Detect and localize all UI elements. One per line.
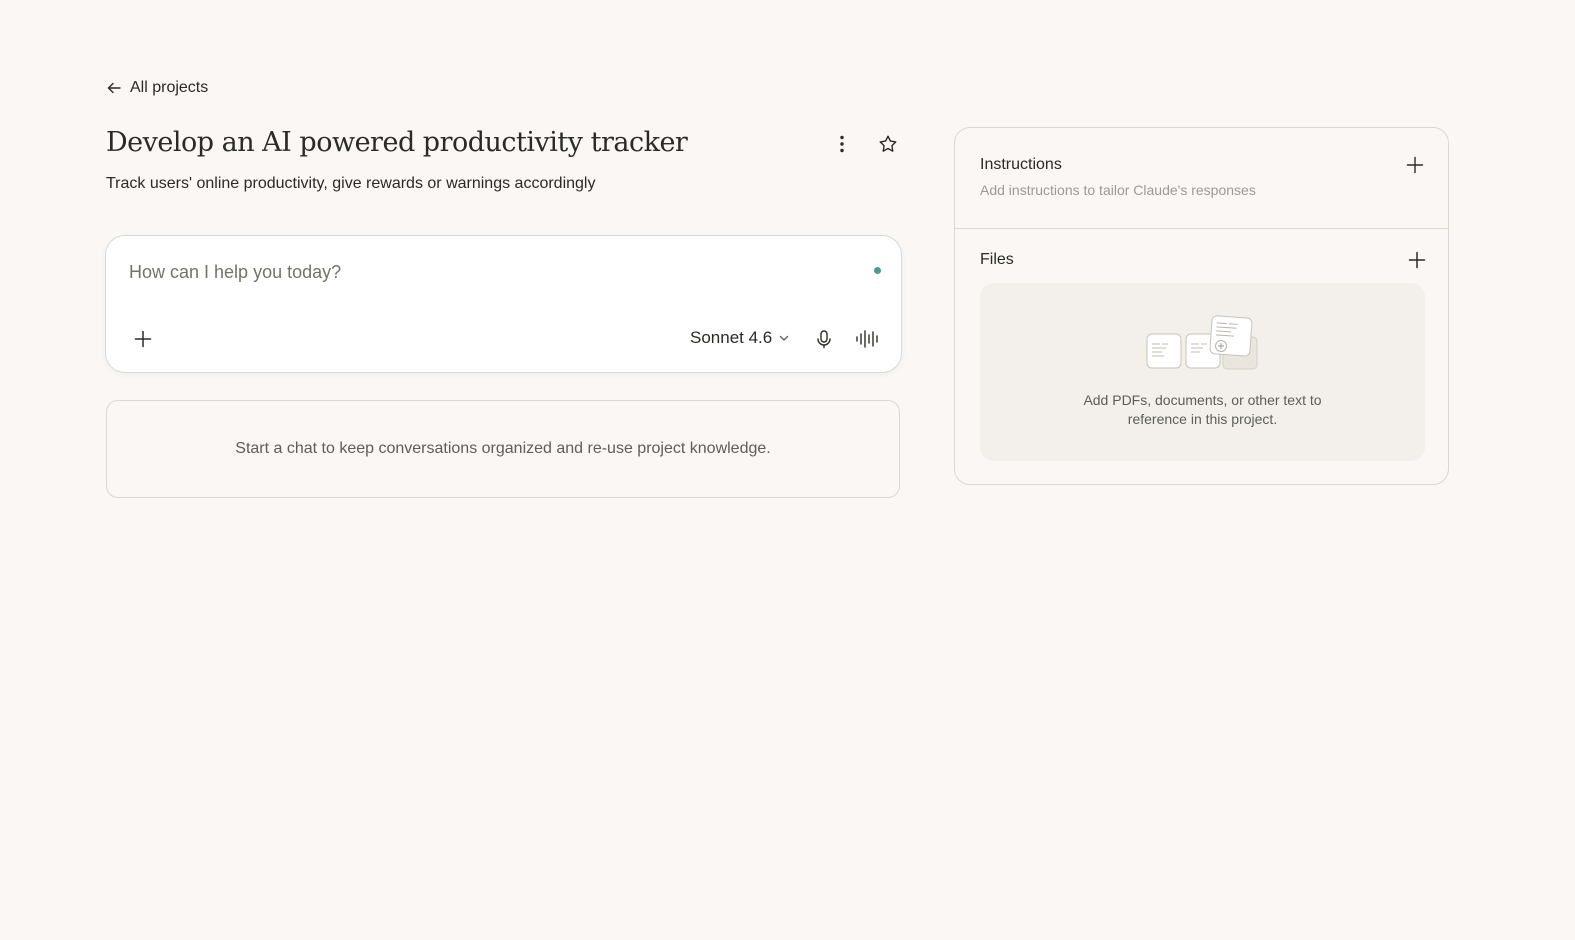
- files-drop-zone[interactable]: Add PDFs, documents, or other text to re…: [980, 283, 1425, 461]
- add-files-button[interactable]: [1404, 247, 1430, 273]
- star-icon: [879, 135, 897, 152]
- project-actions: [826, 128, 904, 160]
- instructions-subtitle: Add instructions to tailor Claude's resp…: [980, 182, 1256, 198]
- plus-icon: [1408, 251, 1426, 269]
- chat-composer: Sonnet 4.6: [105, 235, 902, 373]
- files-title: Files: [980, 251, 1014, 268]
- files-hint-line1: Add PDFs, documents, or other text to: [1083, 392, 1322, 408]
- documents-illustration-icon: [1146, 315, 1258, 370]
- dictation-button[interactable]: [809, 324, 839, 354]
- project-title: Develop an AI powered productivity track…: [106, 127, 688, 158]
- empty-chats-text: Start a chat to keep conversations organ…: [235, 440, 771, 457]
- files-hint-line2: reference in this project.: [1127, 411, 1278, 427]
- project-description: Track users' online productivity, give r…: [106, 175, 596, 192]
- plus-icon: [1406, 156, 1424, 174]
- add-attachment-button[interactable]: [128, 324, 158, 354]
- more-vertical-icon: [840, 135, 844, 153]
- project-knowledge-panel: Instructions Add instructions to tailor …: [954, 127, 1449, 485]
- favorite-button[interactable]: [872, 128, 904, 160]
- model-selector[interactable]: Sonnet 4.6: [690, 326, 790, 350]
- status-dot: [874, 267, 881, 274]
- back-link-label: All projects: [130, 79, 209, 96]
- voice-mode-button[interactable]: [853, 324, 883, 354]
- more-options-button[interactable]: [826, 128, 858, 160]
- back-to-projects-link[interactable]: All projects: [106, 79, 208, 97]
- model-name: Sonnet 4.6: [690, 328, 773, 347]
- empty-chats-panel: Start a chat to keep conversations organ…: [106, 400, 900, 498]
- project-page: All projects Develop an AI powered produ…: [0, 0, 1575, 940]
- instructions-title: Instructions: [980, 156, 1062, 173]
- arrow-left-icon: [107, 82, 121, 94]
- waveform-icon: [856, 330, 878, 348]
- plus-icon: [134, 330, 152, 348]
- chat-input[interactable]: [129, 258, 849, 286]
- microphone-icon: [817, 330, 831, 349]
- add-instructions-button[interactable]: [1402, 152, 1428, 178]
- files-hint: Add PDFs, documents, or other text to re…: [980, 391, 1425, 429]
- instructions-section[interactable]: Instructions Add instructions to tailor …: [955, 128, 1448, 229]
- chevron-down-icon: [780, 335, 789, 341]
